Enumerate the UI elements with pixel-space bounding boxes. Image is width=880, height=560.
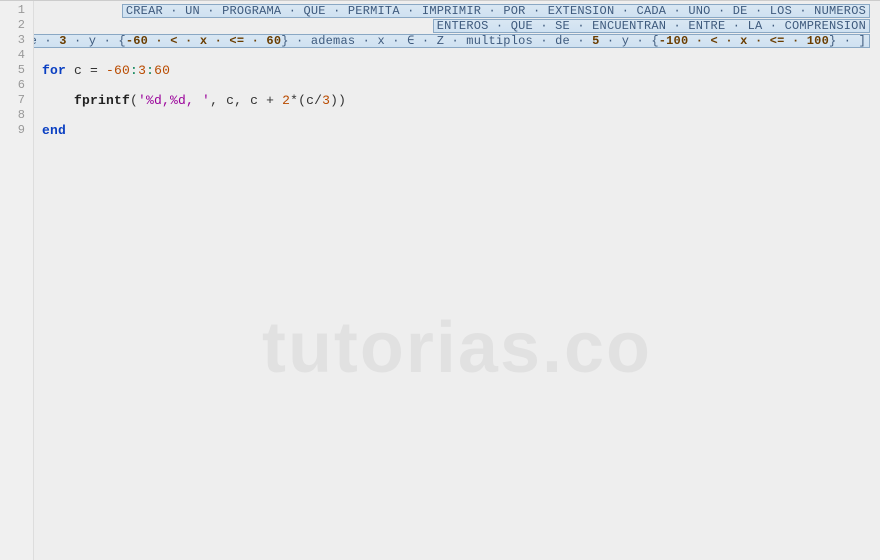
line-number: 2 [0,18,33,33]
line-number: 8 [0,108,33,123]
line-number: 6 [0,78,33,93]
keyword-end: end [42,123,66,138]
code-editor[interactable]: 1 2 3 4 5 6 7 8 9 CREAR · UN · PROGRAMA … [0,0,880,560]
line-number: 5 [0,63,33,78]
keyword-for: for [42,63,66,78]
line-gutter: 1 2 3 4 5 6 7 8 9 [0,1,34,560]
function-fprintf: fprintf [74,93,130,108]
line-number: 1 [0,3,33,18]
line-number: 9 [0,123,33,138]
comment-header-text: CREAR · UN · PROGRAMA · QUE · PERMITA · … [122,4,870,18]
comment-header-line: [ · ∀ x · / · x · ∈ · Z · multiplos · de… [34,33,880,48]
comment-header-line: ENTEROS · QUE · SE · ENCUENTRAN · ENTRE … [34,18,880,33]
code-area[interactable]: CREAR · UN · PROGRAMA · QUE · PERMITA · … [34,1,880,560]
string-literal: '%d,%d, ' [138,93,210,108]
code-line-fprintf: fprintf('%d,%d, ', c, c + 2*(c/3)) [34,93,880,108]
blank-line [34,78,880,93]
code-line-end: end [34,123,880,138]
watermark-text: tutorias.co [262,307,652,389]
line-number: 4 [0,48,33,63]
line-number: 7 [0,93,33,108]
comment-header-line: CREAR · UN · PROGRAMA · QUE · PERMITA · … [34,3,880,18]
blank-line [34,48,880,63]
comment-header-text: ENTEROS · QUE · SE · ENCUENTRAN · ENTRE … [433,19,870,33]
line-number: 3 [0,33,33,48]
code-line-for: for c = -60:3:60 [34,63,880,78]
comment-header-text: [ · ∀ x · / · x · ∈ · Z · multiplos · de… [34,34,870,48]
blank-line [34,108,880,123]
